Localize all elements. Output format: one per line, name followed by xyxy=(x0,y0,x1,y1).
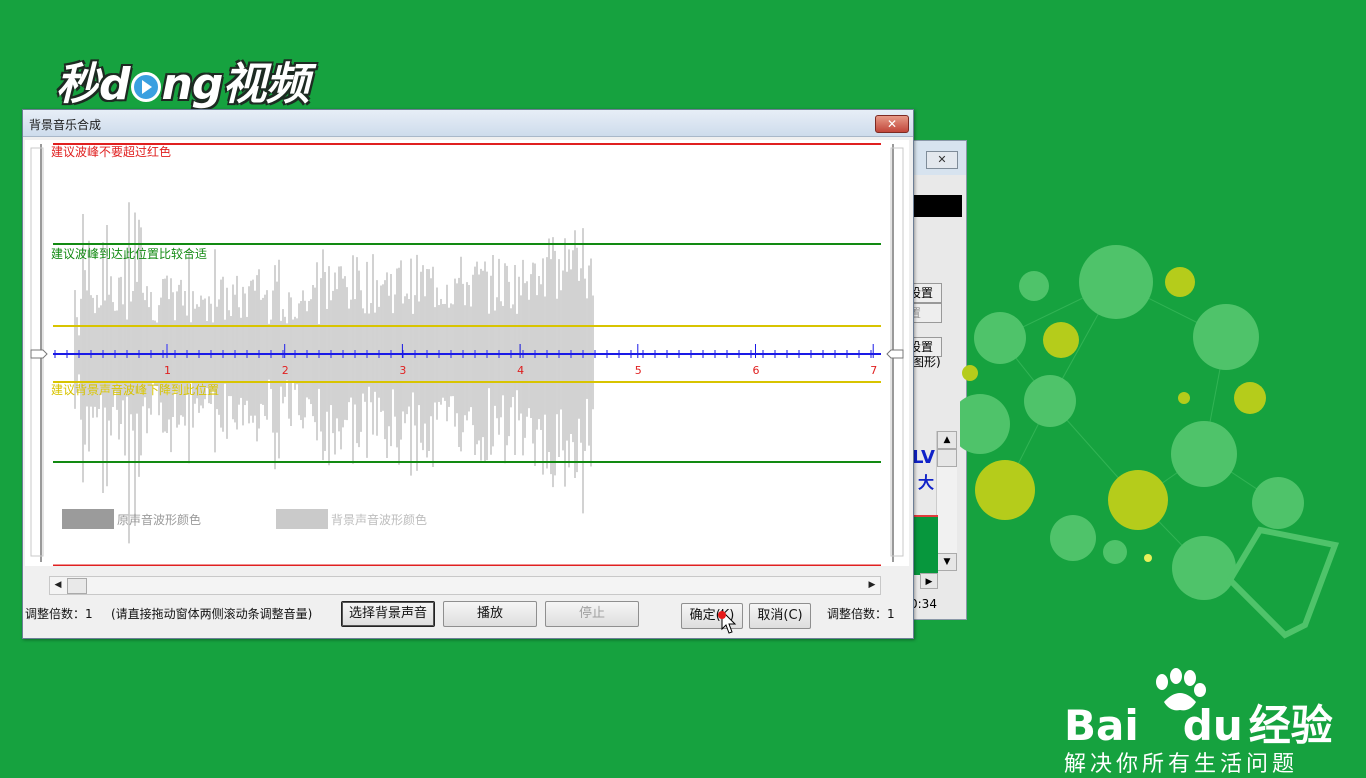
timeline-label: 7 xyxy=(870,364,877,377)
background-legend-label: 背景声音波形颜色 xyxy=(331,512,427,527)
timeline-label: 3 xyxy=(399,364,406,377)
da-label: 大 xyxy=(918,473,935,492)
background-window-titlebar: ✕ xyxy=(906,141,966,175)
lv-label: LV xyxy=(912,447,935,468)
click-indicator-icon xyxy=(718,611,726,619)
timeline-label: 1 xyxy=(164,364,171,377)
baidu-jingyan-logo: Bai du 经验 xyxy=(1064,692,1333,753)
scroll-right-arrow-icon[interactable]: ▶ xyxy=(864,577,880,594)
scroll-thumb[interactable] xyxy=(67,578,87,594)
cancel-label: 取消(C) xyxy=(757,608,803,623)
left-adjust-factor: 调整倍数：1 xyxy=(25,607,93,621)
waveform-canvas: 1 2 3 4 5 6 7 建议波峰不要超过红色 建议波峰到达此位置比较合适 建议背景声音波… xyxy=(30,143,904,566)
circle-cluster-top xyxy=(1079,245,1153,319)
black-display xyxy=(914,195,962,217)
green-panel xyxy=(910,515,938,575)
play-icon xyxy=(130,72,161,102)
logo-text-a: 秒 xyxy=(56,59,100,110)
original-legend-swatch xyxy=(62,509,114,529)
baidu-du: du xyxy=(1182,701,1243,750)
stop-label: 停止 xyxy=(578,606,605,621)
close-icon: ✕ xyxy=(937,153,947,166)
timeline-label: 5 xyxy=(635,364,642,377)
scroll-up-arrow-icon[interactable]: ▲ xyxy=(937,431,957,449)
baidu-decoration xyxy=(960,245,1340,639)
play-label: 播放 xyxy=(476,606,503,621)
scroll-down-arrow-icon[interactable]: ▼ xyxy=(937,553,957,571)
cancel-button[interactable]: 取消(C) xyxy=(749,603,811,629)
close-button[interactable]: ✕ xyxy=(926,151,958,169)
close-button[interactable]: ✕ xyxy=(875,115,909,133)
scroll-left-arrow-icon[interactable]: ◀ xyxy=(50,577,66,594)
background-legend-swatch xyxy=(276,509,328,529)
play-button[interactable]: 播放 xyxy=(443,601,537,627)
logo-text-b: d xyxy=(99,59,130,110)
dialog-titlebar[interactable]: 背景音乐合成 ✕ xyxy=(23,110,913,137)
timeline-label: 4 xyxy=(517,364,524,377)
time-label: 0:34 xyxy=(910,597,937,611)
scroll-thumb[interactable] xyxy=(937,449,957,467)
green-guide-label: 建议波峰到达此位置比较合适 xyxy=(51,246,207,261)
dialog-title: 背景音乐合成 xyxy=(29,118,102,132)
shape-label: 图形) xyxy=(912,355,941,369)
baidu-jingyan: 经验 xyxy=(1248,701,1333,750)
volume-hint: (请直接拖动窗体两侧滚动条调整音量) xyxy=(111,607,313,621)
baidu-brand: Bai xyxy=(1064,701,1139,750)
vertical-scrollbar[interactable]: ▲ ▼ xyxy=(936,431,957,571)
yellow-guide-label: 建议背景声音波峰下降到此位置 xyxy=(51,382,219,397)
select-background-sound-label: 选择背景声音 xyxy=(348,606,427,621)
waveform-panel: 1 2 3 4 5 6 7 建议波峰不要超过红色 建议波峰到达此位置比较合适 建议背景声音波… xyxy=(25,140,909,566)
timeline-label: 2 xyxy=(282,364,289,377)
logo-text-c: ng视频 xyxy=(161,59,310,110)
close-icon: ✕ xyxy=(886,117,898,131)
scroll-right-arrow-icon[interactable]: ▶ xyxy=(920,573,938,589)
miaodong-video-logo: 秒d ng视频 xyxy=(56,48,310,112)
red-guide-label: 建议波峰不要超过红色 xyxy=(51,144,171,159)
stop-button[interactable]: 停止 xyxy=(545,601,639,627)
left-volume-thumb[interactable] xyxy=(30,349,48,359)
original-legend-label: 原声音波形颜色 xyxy=(117,512,201,527)
horizontal-scrollbar[interactable]: ◀ ▶ xyxy=(49,576,881,595)
timeline-label: 6 xyxy=(753,364,760,377)
baidu-slogan: 解决你所有生活问题 xyxy=(1064,752,1299,777)
background-window: ✕ 设置 置 设置 图形) LV 大 ▲ ▼ ▶ 0:34 xyxy=(905,140,967,620)
right-adjust-factor: 调整倍数：1 xyxy=(827,607,895,621)
background-music-dialog: 背景音乐合成 ✕ 1234567 建议波峰不要超过红色 建议波峰到达此位置比较合… xyxy=(22,109,914,639)
right-volume-thumb[interactable] xyxy=(886,349,904,359)
select-background-sound-button[interactable]: 选择背景声音 xyxy=(341,601,435,627)
